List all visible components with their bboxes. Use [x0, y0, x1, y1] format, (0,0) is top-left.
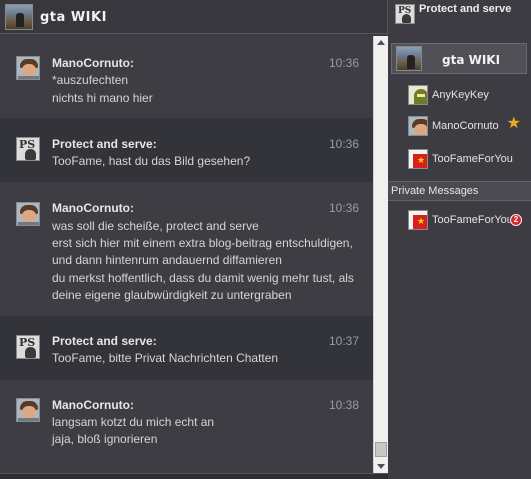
- gta-wiki-logo: [396, 46, 422, 71]
- sidebar-user-manocornuto[interactable]: ManoCornuto ★: [388, 112, 531, 140]
- wiki-banner: gta WIKI: [391, 43, 527, 74]
- message-text: du merkst hoffentlich, dass du damit wen…: [52, 271, 354, 285]
- message-author[interactable]: Protect and serve:: [52, 137, 157, 151]
- gta-wiki-logo: [5, 4, 33, 30]
- unread-count-badge: 2: [510, 214, 522, 226]
- current-user-avatar: PS: [395, 4, 415, 24]
- message-author[interactable]: ManoCornuto:: [52, 398, 134, 412]
- chat-message: PS Protect and serve: 10:36 TooFame, has…: [0, 118, 373, 182]
- message-text: und dann hintenrum andauernd diffamieren: [52, 253, 282, 267]
- banner-title: gta WIKI: [442, 53, 501, 67]
- message-text: langsam kotzt du mich echt an: [52, 415, 215, 429]
- avatar[interactable]: [16, 398, 40, 422]
- message-timestamp: 10:37: [328, 334, 359, 348]
- sidebar-user-name: TooFameForYou: [432, 214, 513, 226]
- chat-header: gta WIKI PS Protect and serve: [0, 0, 531, 34]
- wiki-title: gta WIKI: [40, 10, 107, 25]
- sidebar-user-name: TooFameForYou: [432, 153, 513, 165]
- chat-message: ManoCornuto: 10:38 langsam kotzt du mich…: [0, 380, 373, 473]
- chat-input-strip[interactable]: [0, 473, 388, 479]
- message-text: TooFame, hast du das Bild gesehen?: [52, 154, 251, 168]
- chat-message: ManoCornuto: 10:36 *auszufechten nichts …: [0, 36, 373, 118]
- message-timestamp: 10:36: [328, 137, 359, 151]
- message-text: deine eigene glaubwürdigkeit zu untergra…: [52, 288, 292, 302]
- star-icon: ★: [506, 115, 521, 132]
- avatar[interactable]: [16, 202, 40, 226]
- avatar: [408, 116, 428, 136]
- avatar: ★: [408, 210, 428, 230]
- message-text: TooFame, bitte Privat Nachrichten Chatte…: [52, 351, 279, 365]
- message-timestamp: 10:36: [328, 201, 359, 215]
- avatar: [408, 85, 428, 105]
- user-list-sidebar: gta WIKI AnyKeyKey ManoCornuto ★ ★ TooFa…: [388, 36, 531, 479]
- scroll-up-arrow-icon[interactable]: [377, 40, 385, 45]
- chat-message: PS Protect and serve: 10:37 TooFame, bit…: [0, 316, 373, 380]
- avatar[interactable]: PS: [16, 335, 40, 359]
- message-text: erst sich hier mit einem extra blog-beit…: [52, 236, 353, 250]
- private-message-toofameforyou[interactable]: ★ TooFameForYou 2: [388, 206, 531, 234]
- chat-message: ManoCornuto: 10:36 was soll die scheiße,…: [0, 182, 373, 316]
- chat-scrollbar[interactable]: [373, 36, 388, 473]
- chat-message-list[interactable]: ManoCornuto: 10:36 *auszufechten nichts …: [0, 36, 373, 473]
- message-text: *auszufechten: [52, 73, 129, 87]
- message-timestamp: 10:36: [328, 56, 359, 70]
- avatar[interactable]: PS: [16, 137, 40, 161]
- sidebar-user-name: AnyKeyKey: [432, 89, 489, 101]
- message-author[interactable]: Protect and serve:: [52, 334, 157, 348]
- avatar[interactable]: [16, 56, 40, 80]
- message-text: jaja, bloß ignorieren: [52, 432, 158, 446]
- current-user-box[interactable]: PS Protect and serve: [387, 0, 531, 34]
- private-messages-label: Private Messages: [391, 185, 479, 197]
- scroll-down-arrow-icon[interactable]: [377, 464, 385, 469]
- sidebar-user-name: ManoCornuto: [432, 120, 499, 132]
- message-text: nichts hi mano hier: [52, 91, 153, 105]
- message-text: was soll die scheiße, protect and serve: [52, 219, 259, 233]
- scrollbar-thumb[interactable]: [375, 442, 387, 457]
- current-user-name: Protect and serve: [419, 3, 512, 15]
- sidebar-user-anykeykey[interactable]: AnyKeyKey: [388, 81, 531, 109]
- message-author[interactable]: ManoCornuto:: [52, 56, 134, 70]
- message-timestamp: 10:38: [328, 398, 359, 412]
- private-messages-header: Private Messages: [388, 181, 531, 201]
- sidebar-user-toofameforyou[interactable]: ★ TooFameForYou: [388, 145, 531, 173]
- message-author[interactable]: ManoCornuto:: [52, 201, 134, 215]
- avatar: ★: [408, 149, 428, 169]
